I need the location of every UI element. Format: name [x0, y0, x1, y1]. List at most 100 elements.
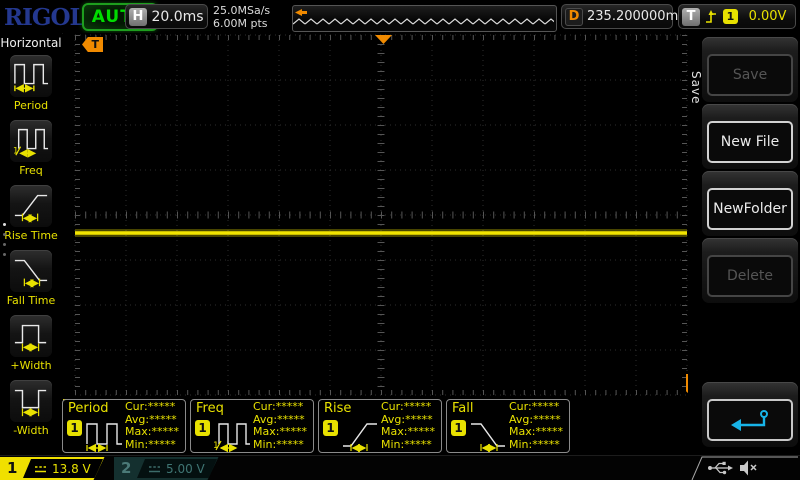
- row-value: *****: [404, 438, 432, 451]
- minus-width-icon: [13, 383, 49, 419]
- measurement-panel-freq: Freq 1 1 Cur:***** Avg:***** Max:***** M…: [190, 399, 314, 453]
- sidebar-item-minus-width[interactable]: -Width: [0, 380, 62, 437]
- trigger-box[interactable]: T 1 0.00V: [678, 4, 796, 29]
- menu-slot: NewFolder: [702, 171, 798, 236]
- measurement-panel-period: Period 1 Cur:***** Avg:***** Max:***** M…: [62, 399, 186, 453]
- timebase-box[interactable]: H 20.0ms: [125, 4, 208, 29]
- menu-slot: New File: [702, 104, 798, 169]
- measurement-values: Cur:***** Avg:***** Max:***** Min:*****: [125, 401, 179, 451]
- channel2-indicator[interactable]: 2 5.00 V: [114, 457, 224, 480]
- fall-edge-icon: [468, 416, 508, 452]
- channel-badge: 1: [451, 420, 466, 436]
- waveform-overview[interactable]: [292, 5, 557, 32]
- measurement-name: Period: [68, 401, 109, 416]
- row-value: *****: [276, 400, 304, 413]
- plus-width-icon: [13, 318, 49, 354]
- row-label: Max:: [125, 425, 151, 438]
- delay-key-icon: D: [565, 8, 583, 26]
- measurement-panel-rise: Rise 1 Cur:***** Avg:***** Max:***** Min…: [318, 399, 442, 453]
- row-label: Avg:: [125, 413, 149, 426]
- row-label: Cur:: [381, 400, 404, 413]
- sidebar-item-rise-time[interactable]: Rise Time: [0, 185, 62, 242]
- channel1-indicator[interactable]: 1 13.8 V: [0, 457, 110, 480]
- row-label: Cur:: [509, 400, 532, 413]
- channel1-scale-box: 13.8 V: [23, 459, 103, 478]
- row-value: *****: [151, 425, 179, 438]
- row-label: Min:: [253, 438, 276, 451]
- rise-edge-icon: [340, 416, 380, 452]
- sidebar-item-label: Fall Time: [0, 294, 62, 307]
- status-corner: [686, 456, 800, 480]
- channel1-scale: 13.8 V: [52, 462, 91, 476]
- row-label: Avg:: [509, 413, 533, 426]
- save-menu-title: Save: [689, 71, 703, 104]
- measure-sidebar: Horizontal Period 1 Freq: [0, 33, 62, 455]
- sidebar-scroll-indicator: [3, 223, 6, 256]
- channel1-number: 1: [7, 459, 17, 477]
- new-folder-button[interactable]: NewFolder: [707, 188, 793, 230]
- sidebar-item-freq[interactable]: 1 Freq: [0, 120, 62, 177]
- row-value: *****: [532, 438, 560, 451]
- delay-value: 235.200000ms: [587, 9, 685, 24]
- sidebar-item-period[interactable]: Period: [0, 55, 62, 112]
- frequency-icon: 1: [13, 123, 49, 159]
- back-button[interactable]: [707, 399, 793, 441]
- save-button[interactable]: Save: [707, 54, 793, 96]
- measurement-name: Rise: [324, 401, 351, 416]
- row-value: *****: [149, 413, 177, 426]
- waveform-display: T T: [63, 33, 689, 399]
- speaker-muted-icon: [740, 461, 756, 476]
- delay-box[interactable]: D 235.200000ms: [561, 4, 673, 29]
- sidebar-item-label: Period: [0, 99, 62, 112]
- measurement-values: Cur:***** Avg:***** Max:***** Min:*****: [253, 401, 307, 451]
- dc-coupling-icon: [34, 464, 47, 474]
- menu-slot: Save: [702, 37, 798, 102]
- channel2-scale: 5.00 V: [166, 462, 205, 476]
- delete-button[interactable]: Delete: [707, 255, 793, 297]
- row-value: *****: [148, 438, 176, 451]
- row-label: Max:: [509, 425, 535, 438]
- rising-edge-icon: [705, 9, 718, 25]
- trigger-key-icon: T: [682, 8, 700, 26]
- measure-sidebar-title: Horizontal: [0, 36, 62, 50]
- trigger-level-value: 0.00V: [743, 9, 792, 24]
- sidebar-item-label: -Width: [0, 424, 62, 437]
- row-label: Min:: [125, 438, 148, 451]
- row-value: *****: [532, 400, 560, 413]
- row-label: Avg:: [381, 413, 405, 426]
- measurement-name: Freq: [196, 401, 224, 416]
- row-value: *****: [277, 413, 305, 426]
- oscilloscope-screen: RIGOL AUTO H 20.0ms 25.0MSa/s 6.00M pts …: [0, 0, 800, 480]
- usb-icon: [708, 462, 733, 474]
- status-bar: RIGOL AUTO H 20.0ms 25.0MSa/s 6.00M pts …: [0, 0, 800, 34]
- row-value: *****: [405, 413, 433, 426]
- row-value: *****: [148, 400, 176, 413]
- row-label: Cur:: [253, 400, 276, 413]
- channel-bar: 1 13.8 V 2 5.00 V: [0, 455, 800, 480]
- row-label: Avg:: [253, 413, 277, 426]
- channel2-number: 2: [121, 459, 131, 477]
- menu-slot: Delete: [702, 238, 798, 303]
- memory-depth: 6.00M pts: [213, 17, 270, 30]
- sample-rate: 25.0MSa/s: [213, 4, 270, 17]
- row-label: Min:: [381, 438, 404, 451]
- row-value: *****: [279, 425, 307, 438]
- channel2-scale-box: 5.00 V: [137, 459, 217, 478]
- row-label: Cur:: [125, 400, 148, 413]
- acquisition-info: 25.0MSa/s 6.00M pts: [213, 4, 270, 30]
- save-menu: Save Save New File NewFolder Delete: [688, 33, 800, 455]
- new-file-button[interactable]: New File: [707, 121, 793, 163]
- period-wave-icon: [84, 416, 124, 452]
- channel-badge: 1: [323, 420, 338, 436]
- row-label: Max:: [381, 425, 407, 438]
- channel-badge: 1: [67, 420, 82, 436]
- frequency-wave-icon: 1: [212, 416, 252, 452]
- graticule-grid: [63, 33, 689, 399]
- sidebar-item-fall-time[interactable]: Fall Time: [0, 250, 62, 307]
- row-value: *****: [404, 400, 432, 413]
- sidebar-item-plus-width[interactable]: +Width: [0, 315, 62, 372]
- rise-time-icon: [13, 188, 49, 224]
- measurement-panel-fall: Fall 1 Cur:***** Avg:***** Max:***** Min…: [446, 399, 570, 453]
- row-value: *****: [535, 425, 563, 438]
- sidebar-item-label: +Width: [0, 359, 62, 372]
